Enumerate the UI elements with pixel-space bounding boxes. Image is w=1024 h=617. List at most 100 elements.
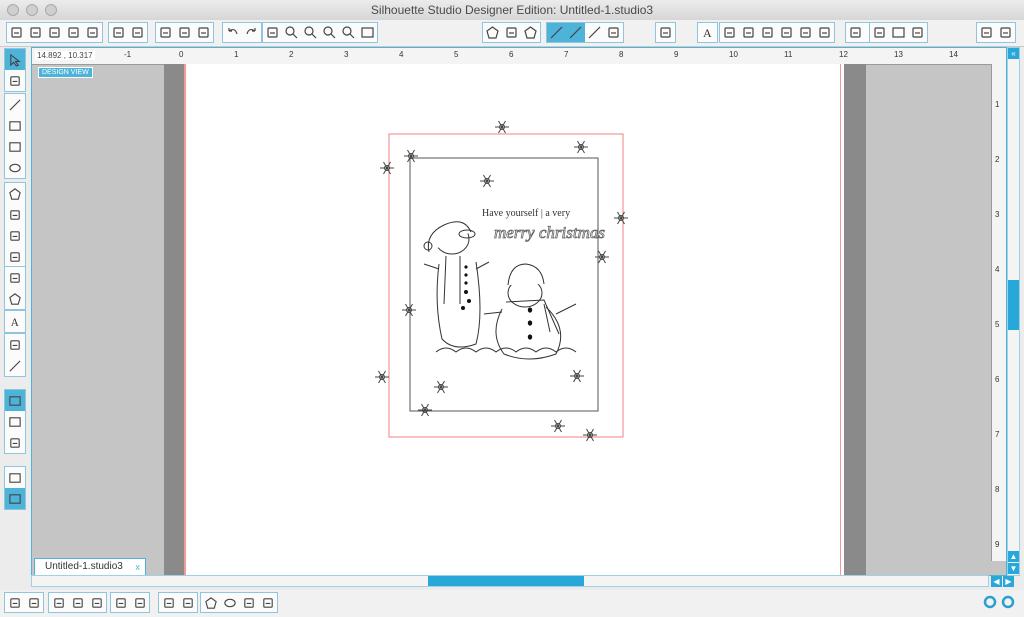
select-icon[interactable] [5,49,25,70]
replicate-icon[interactable] [815,23,834,42]
scroll-right-button[interactable]: ▶ [1003,576,1014,587]
line-styles-icon[interactable] [585,23,604,42]
polygon-tool-icon[interactable] [5,183,25,204]
arc-tool-icon[interactable] [5,267,25,288]
text-tool-icon[interactable]: A [5,311,25,332]
trace-icon[interactable] [870,23,889,42]
split-view-icon[interactable] [5,488,25,509]
new-document-icon[interactable] [7,23,26,42]
document-tab-close-button[interactable]: x [135,559,140,575]
cut-settings-icon[interactable] [656,23,675,42]
collapse-panel-button[interactable]: « [1008,48,1019,59]
horizontal-ruler: 14.892 , 10.317 -1 0 1 2 3 4 5 6 7 8 9 10 11 12 13 14 [32,48,1006,65]
save-to-library-icon[interactable] [64,23,83,42]
print-icon[interactable] [109,23,128,42]
snowflake [570,369,584,383]
vertical-scrollbar[interactable] [1007,47,1020,576]
snowflake [551,419,565,433]
ungroup-icon[interactable] [24,593,43,612]
save-icon[interactable] [45,23,64,42]
line-tool-icon[interactable] [5,94,25,115]
group-icon[interactable] [5,593,24,612]
scroll-up-button[interactable]: ▲ [1008,551,1019,562]
transform-icon[interactable] [720,23,739,42]
copy-icon[interactable] [156,23,175,42]
send-icon[interactable] [977,23,996,42]
edit-points-icon[interactable] [5,70,25,91]
ruler-label: 8 [619,50,624,59]
snowflake [434,380,448,394]
store-icon[interactable] [5,432,25,453]
rotate-icon[interactable] [739,23,758,42]
zoom-box-icon[interactable] [320,23,339,42]
refresh-icon[interactable] [1000,594,1016,610]
horizontal-scroll-thumb[interactable] [428,576,584,586]
fill-icon[interactable] [201,593,220,612]
gradient-icon[interactable] [502,23,521,42]
rectangle-tool-icon[interactable] [5,115,25,136]
eraser-icon[interactable] [5,334,25,355]
bottom-toolbar-group [110,592,150,613]
undo-icon[interactable] [223,23,242,42]
horizontal-scrollbar[interactable] [31,575,989,587]
design-page[interactable]: Have yourself | a very merry christmas [184,64,844,576]
line-style-icon[interactable] [566,23,585,42]
zoom-out-icon[interactable] [301,23,320,42]
left-toolbar-group [4,389,26,454]
modify-icon[interactable] [846,23,865,42]
ruler-label: 13 [894,50,903,59]
ruler-label: 4 [399,50,404,59]
freehand-tool-icon[interactable] [5,225,25,246]
scale-icon[interactable] [758,23,777,42]
pan-icon[interactable] [263,23,282,42]
sketch-icon[interactable] [604,23,623,42]
regular-polygon-icon[interactable] [5,288,25,309]
settings-gear-icon[interactable] [982,594,998,610]
left-toolbar: A [2,48,28,510]
delete-icon[interactable] [130,593,149,612]
zoom-drag-icon[interactable] [339,23,358,42]
cut-icon[interactable] [194,23,213,42]
paste-icon[interactable] [175,23,194,42]
shear-icon[interactable] [777,23,796,42]
weld-icon[interactable] [111,593,130,612]
design-view-icon[interactable] [5,390,25,411]
library-icon[interactable] [996,23,1015,42]
open-icon[interactable] [26,23,45,42]
text-style-icon[interactable]: A [698,23,717,42]
move-icon[interactable] [239,593,258,612]
save-as-icon[interactable] [83,23,102,42]
rounded-rectangle-icon[interactable] [5,136,25,157]
zoom-in-icon[interactable] [282,23,301,42]
fill-pattern-icon[interactable] [521,23,540,42]
spiral-icon[interactable] [220,593,239,612]
knife-icon[interactable] [5,355,25,376]
ruler-label: 5 [995,320,1000,329]
fill-color-icon[interactable] [483,23,502,42]
vertical-scroll-thumb[interactable] [1008,280,1019,330]
send-backward-icon[interactable] [258,593,277,612]
christmas-card-artwork[interactable]: Have yourself | a very merry christmas [184,64,844,576]
document-tab[interactable]: Untitled-1.studio3 x [34,558,146,575]
fit-to-page-icon[interactable] [358,23,377,42]
send-to-silhouette-icon[interactable] [128,23,147,42]
smooth-freehand-icon[interactable] [5,246,25,267]
curve-tool-icon[interactable] [5,204,25,225]
redo-icon[interactable] [242,23,261,42]
line-color-icon[interactable] [547,23,566,42]
design-workspace[interactable]: 14.892 , 10.317 -1 0 1 2 3 4 5 6 7 8 9 10 11 12 13 14 H… [31,47,1007,576]
design-page-icon[interactable] [5,467,25,488]
align-icon[interactable] [796,23,815,42]
mirror-icon[interactable] [178,593,197,612]
release-compound-icon[interactable] [68,593,87,612]
bring-to-front-icon[interactable] [87,593,106,612]
scroll-down-button[interactable]: ▼ [1008,563,1019,574]
make-compound-icon[interactable] [49,593,68,612]
ellipse-tool-icon[interactable] [5,157,25,178]
duplicate-icon[interactable] [159,593,178,612]
scroll-left-button[interactable]: ◀ [991,576,1002,587]
toolbar-group [108,22,148,43]
grid-icon[interactable] [908,23,927,42]
page-setup-icon[interactable] [889,23,908,42]
library-view-icon[interactable] [5,411,25,432]
